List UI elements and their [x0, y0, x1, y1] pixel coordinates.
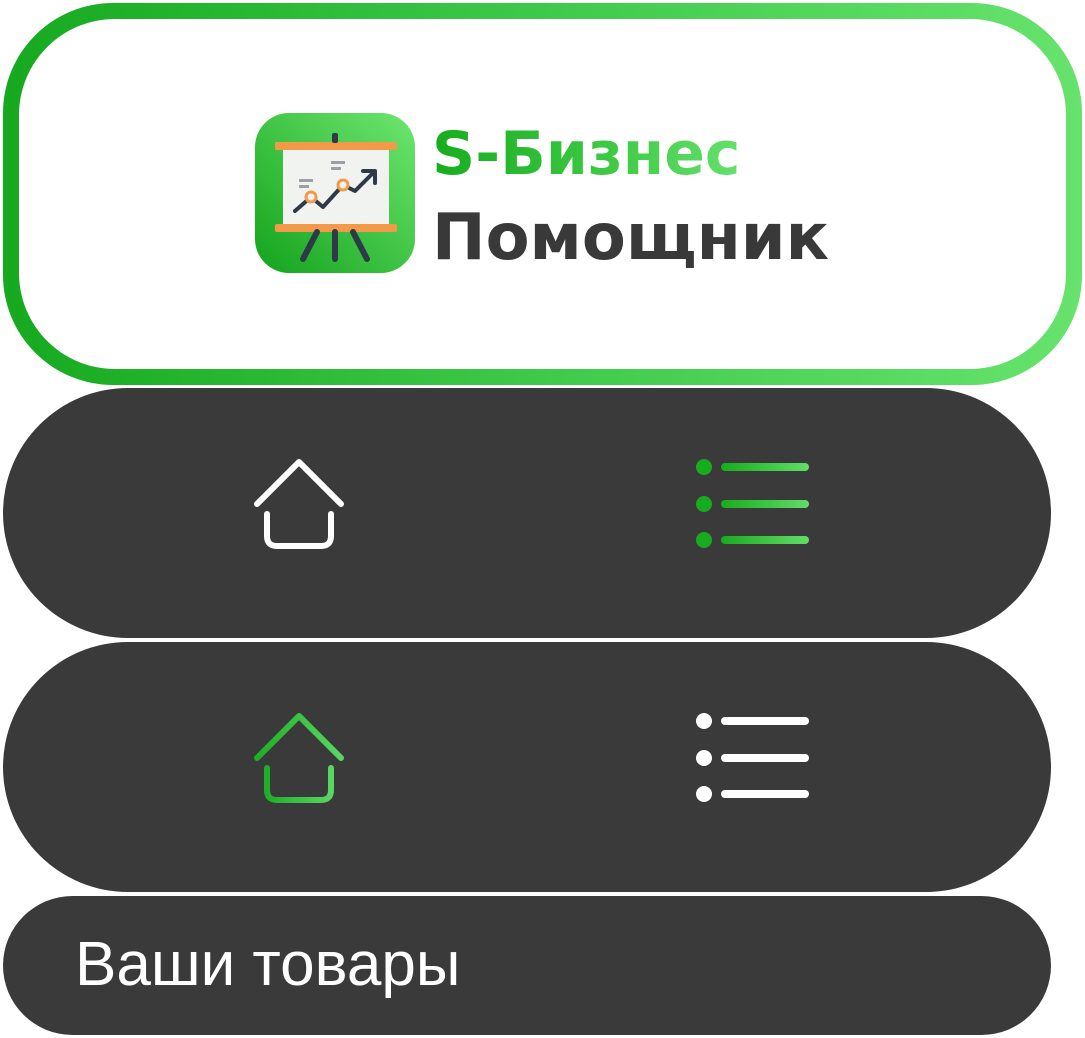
brand-name-line1: S-Бизнес: [432, 116, 740, 192]
bottom-nav-list-active: [3, 388, 1051, 638]
section-header: Ваши товары: [3, 896, 1051, 1035]
nav-home-button[interactable]: [233, 700, 373, 830]
header-card: [19, 19, 1066, 369]
bottom-nav-home-active: [3, 642, 1051, 892]
list-icon: [696, 713, 809, 802]
app-header: [3, 3, 1082, 385]
nav-list-button[interactable]: [671, 446, 811, 576]
home-icon: [254, 713, 344, 803]
nav-list-button[interactable]: [671, 700, 811, 830]
nav-home-button[interactable]: [233, 446, 373, 576]
section-title: Ваши товары: [75, 930, 461, 999]
list-icon: [696, 459, 809, 548]
brand-name-line2: Помощник: [432, 201, 830, 275]
presentation-chart-icon: [255, 113, 415, 273]
home-icon: [254, 459, 344, 549]
